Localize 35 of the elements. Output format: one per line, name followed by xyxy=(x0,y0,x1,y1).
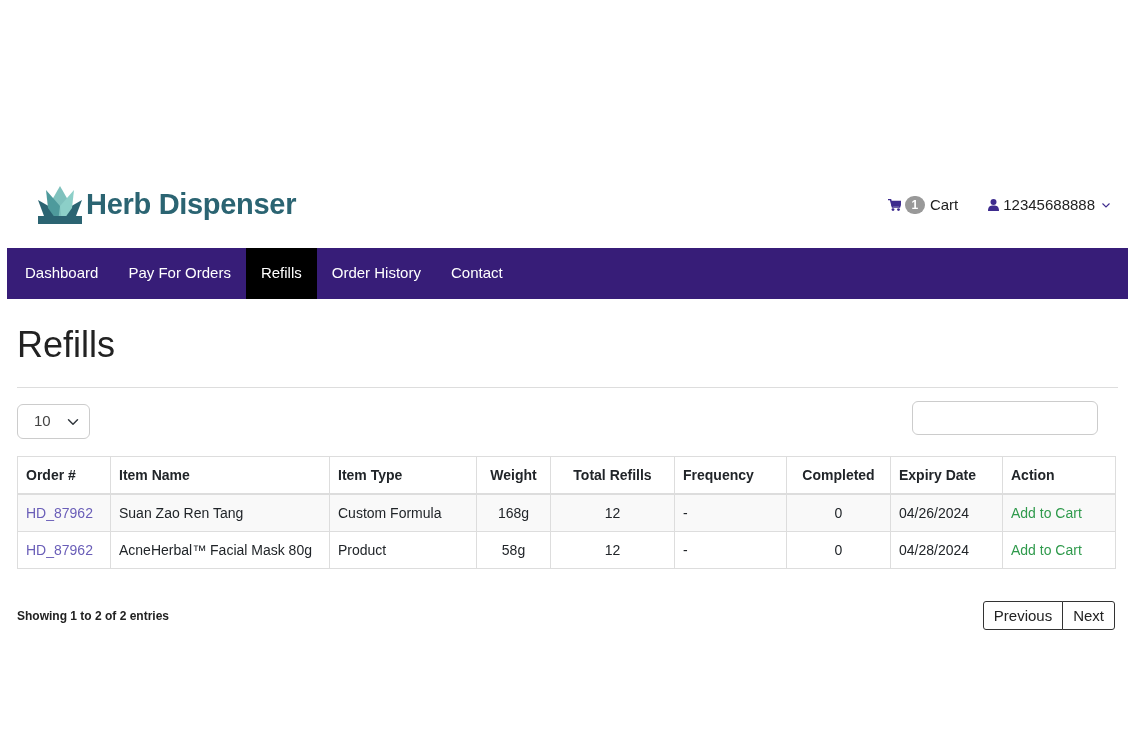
nav-tab[interactable]: Refills xyxy=(245,248,317,299)
table-cell: 12 xyxy=(550,494,675,532)
table-cell: 04/28/2024 xyxy=(890,531,1003,569)
table-cell: Custom Formula xyxy=(329,494,477,532)
nav-tab[interactable]: Contact xyxy=(435,248,518,299)
table-cell: Product xyxy=(329,531,477,569)
table-cell: AcneHerbal™ Facial Mask 80g xyxy=(110,531,330,569)
nav-tab[interactable]: Order History xyxy=(316,248,436,299)
caret-icon xyxy=(1102,202,1110,208)
table-cell: 0 xyxy=(786,494,891,532)
table-cell: 0 xyxy=(786,531,891,569)
table-cell: 12 xyxy=(550,531,675,569)
table-cell: - xyxy=(674,494,787,532)
brand-name: Herb Dispenser xyxy=(86,187,297,223)
table-cell: 04/26/2024 xyxy=(890,494,1003,532)
pagination-button[interactable]: Previous xyxy=(982,601,1064,631)
table-cell: Suan Zao Ren Tang xyxy=(110,494,330,532)
user-icon xyxy=(988,199,1000,211)
search-field[interactable] xyxy=(912,401,1098,436)
pagination-button[interactable]: Next xyxy=(1062,601,1115,631)
page-title: Refills xyxy=(17,323,116,367)
page-size-select[interactable]: 10 xyxy=(17,404,90,440)
entries-info: Showing 1 to 2 of 2 entries xyxy=(17,607,170,625)
table-cell: - xyxy=(674,531,787,569)
cart-link[interactable]: 1 Cart xyxy=(887,193,959,217)
nav-tab[interactable]: Dashboard xyxy=(10,248,114,299)
table-cell: 58g xyxy=(476,531,551,569)
cart-icon xyxy=(887,199,901,211)
user-menu[interactable]: 12345688888 xyxy=(988,193,1110,217)
add-to-cart-link[interactable]: Add to Cart xyxy=(1011,542,1082,559)
cart-count-badge: 1 xyxy=(904,196,925,214)
order-link[interactable]: HD_87962 xyxy=(26,542,93,559)
nav-tab[interactable]: Pay For Orders xyxy=(113,248,246,299)
lotus-logo-icon xyxy=(38,186,82,224)
table-cell: 168g xyxy=(476,494,551,532)
